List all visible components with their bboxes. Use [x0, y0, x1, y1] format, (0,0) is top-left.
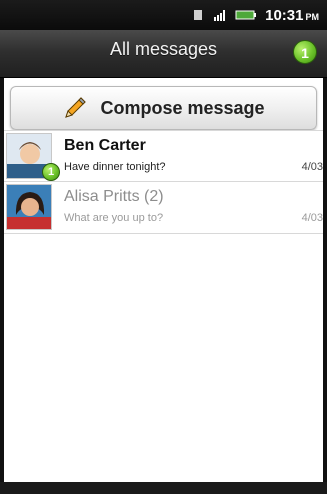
compose-message-label: Compose message	[100, 97, 265, 118]
phone-screen: 10:31PM All messages 1 Compose message	[0, 0, 327, 494]
contact-photo-icon	[7, 185, 51, 229]
bottom-bar	[0, 482, 327, 494]
page-title: All messages	[109, 39, 218, 59]
signal-icon	[214, 10, 226, 21]
message-preview: Have dinner tonight?	[64, 161, 166, 173]
message-date: 4/03	[301, 161, 323, 173]
title-bar: All messages 1	[0, 30, 327, 78]
status-time: 10:31 PM	[265, 6, 319, 24]
status-bar: 10:31 PM	[0, 0, 327, 30]
contact-name: Ben Carter	[64, 137, 146, 154]
message-list-container: Compose message 1 Ben Carter Have dinner…	[4, 78, 323, 482]
unread-badge: 1	[42, 163, 60, 181]
avatar	[6, 184, 52, 230]
compose-message-button[interactable]: Compose message	[10, 86, 317, 130]
conversation-row[interactable]: Alisa Pritts (2) What are you up to? 4/0…	[4, 182, 323, 234]
contact-name: Alisa Pritts (2)	[64, 188, 164, 205]
conversation-list: 1 Ben Carter Have dinner tonight? 4/03 A…	[4, 130, 323, 234]
sim-icon	[194, 10, 203, 20]
message-preview: What are you up to?	[64, 212, 164, 224]
message-date: 4/03	[301, 212, 323, 224]
pencil-icon	[65, 97, 87, 118]
notification-badge[interactable]: 1	[293, 40, 317, 64]
conversation-row[interactable]: 1 Ben Carter Have dinner tonight? 4/03	[4, 130, 323, 182]
battery-icon	[235, 10, 257, 20]
